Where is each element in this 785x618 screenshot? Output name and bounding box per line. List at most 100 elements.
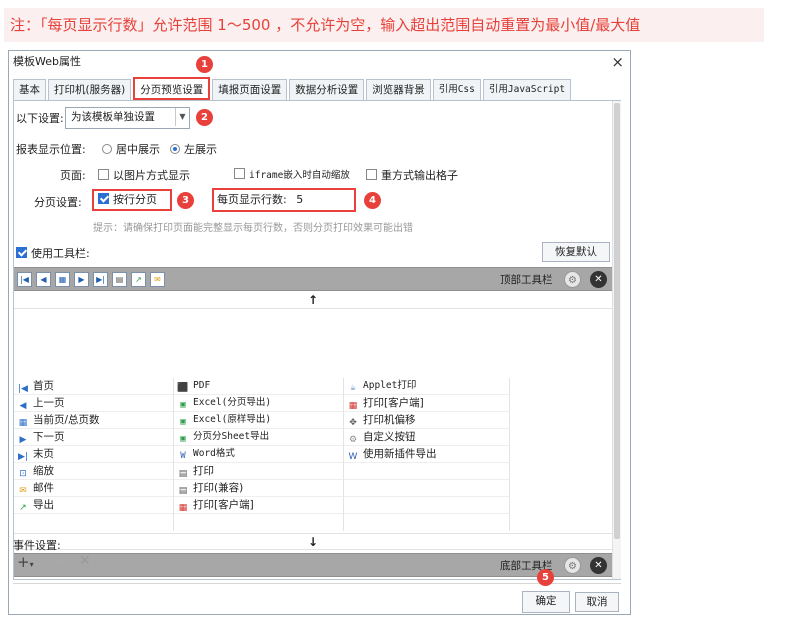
- next-page-icon: ▶: [19, 435, 27, 445]
- close-icon[interactable]: ✕: [590, 271, 607, 288]
- tab-printer-server[interactable]: 打印机(服务器): [48, 79, 132, 100]
- cancel-button[interactable]: 取消: [575, 592, 619, 612]
- checkbox-icon: [366, 169, 377, 180]
- export-icon: ↗: [19, 503, 27, 513]
- tab-browser-background[interactable]: 浏览器背景: [366, 79, 431, 100]
- tab-paging-preview[interactable]: 分页预览设置: [133, 77, 211, 100]
- sheet-export-icon: ▣: [180, 434, 186, 444]
- edit-icon[interactable]: ✎: [53, 554, 64, 569]
- iframe-scale-checkbox[interactable]: iframe嵌入时自动缩放: [234, 167, 350, 181]
- first-page-icon[interactable]: |◀: [17, 272, 32, 287]
- divider: [13, 583, 621, 584]
- list-item[interactable]: ▦ 当前页/总页数: [14, 412, 173, 429]
- paging-preview-panel: 以下设置: 为该模板单独设置 ▼ 2 报表显示位置: 居中展示 左展示 页面: …: [13, 100, 621, 580]
- tab-strip: 基本 打印机(服务器) 分页预览设置 填报页面设置 数据分析设置 浏览器背景 引…: [13, 77, 573, 100]
- tab-basic[interactable]: 基本: [13, 79, 46, 100]
- list-item[interactable]: ✥ 打印机偏移: [344, 412, 509, 429]
- items-column-2: ⬛ PDF ▣ Excel(分页导出) ▣ Excel(原样导出) ▣ 分页分Sheet…: [174, 378, 344, 531]
- export-icon[interactable]: ↗: [131, 272, 146, 287]
- email-icon[interactable]: ✉: [150, 272, 165, 287]
- list-item[interactable]: ▣ Excel(原样导出): [174, 412, 343, 429]
- excel-icon: ▣: [180, 400, 186, 410]
- reexport-label: 重方式输出格子: [381, 169, 458, 182]
- badge-4: 4: [364, 192, 381, 209]
- badge-3: 3: [177, 192, 194, 209]
- display-position-label: 报表显示位置:: [16, 143, 86, 156]
- next-page-icon[interactable]: ▶: [74, 272, 89, 287]
- top-toolbar: |◀ ◀ ▦ ▶ ▶| ▤ ↗ ✉ 顶部工具栏 ⚙ ✕: [14, 267, 612, 291]
- center-radio-label: 居中展示: [116, 143, 160, 156]
- use-toolbar-label: 使用工具栏:: [31, 247, 90, 260]
- list-item[interactable]: ▤ 打印(兼容): [174, 480, 343, 497]
- reexport-checkbox[interactable]: 重方式输出格子: [366, 167, 458, 183]
- badge-5: 5: [537, 569, 554, 586]
- range-note: 注：「每页显示行数」允许范围 1～500 ，不允许为空，输入超出范围自动重置为最…: [4, 8, 764, 42]
- list-item[interactable]: ☕ Applet打印: [344, 378, 509, 395]
- gear-icon: ⚙: [348, 435, 358, 445]
- list-item[interactable]: ▦ 打印[客户端]: [344, 395, 509, 412]
- list-item[interactable]: W Word格式: [174, 446, 343, 463]
- center-radio[interactable]: 居中展示: [102, 141, 160, 157]
- list-item[interactable]: |◀ 首页: [14, 378, 173, 395]
- list-item[interactable]: ⊡ 缩放: [14, 463, 173, 480]
- move-up-arrow[interactable]: ↑: [14, 292, 612, 309]
- close-icon[interactable]: ×: [611, 51, 624, 73]
- list-item[interactable]: ▦ 打印[客户端]: [174, 497, 343, 514]
- paging-hint: 提示：请确保打印页面能完整显示每页行数，否则分页打印效果可能出错: [93, 223, 413, 234]
- list-item[interactable]: ↗ 导出: [14, 497, 173, 514]
- scope-select[interactable]: 为该模板单独设置 ▼: [65, 107, 190, 129]
- tab-data-analysis[interactable]: 数据分析设置: [289, 79, 365, 100]
- last-page-icon[interactable]: ▶|: [93, 272, 108, 287]
- move-down-arrow[interactable]: ↓: [14, 533, 612, 550]
- list-item[interactable]: ▣ 分页分Sheet导出: [174, 429, 343, 446]
- list-item[interactable]: ◀ 上一页: [14, 395, 173, 412]
- rows-per-page-input[interactable]: 5: [296, 190, 344, 210]
- page-count-icon[interactable]: ▦: [55, 272, 70, 287]
- tab-fill-page[interactable]: 填报页面设置: [212, 79, 288, 100]
- list-item[interactable]: ✉ 邮件: [14, 480, 173, 497]
- list-item[interactable]: ▶| 末页: [14, 446, 173, 463]
- add-event-icon[interactable]: +▾: [17, 553, 34, 571]
- list-item: [344, 497, 509, 514]
- client-print-icon: ▦: [348, 401, 358, 411]
- panel-scrollbar[interactable]: [612, 101, 621, 579]
- tab-css[interactable]: 引用Css: [432, 79, 481, 100]
- print-icon: ▤: [178, 486, 188, 496]
- delete-icon[interactable]: ✕: [79, 553, 91, 569]
- close-icon[interactable]: ✕: [590, 557, 607, 574]
- use-toolbar-checkbox[interactable]: 使用工具栏:: [16, 245, 90, 261]
- list-item[interactable]: ▤ 打印: [174, 463, 343, 480]
- print-icon[interactable]: ▤: [112, 272, 127, 287]
- prev-page-icon: ◀: [19, 401, 27, 411]
- scope-select-value: 为该模板单独设置: [71, 111, 155, 123]
- by-row-checkbox[interactable]: 按行分页: [92, 189, 172, 211]
- template-web-properties-dialog: 模板Web属性 × 基本 打印机(服务器) 分页预览设置 填报页面设置 数据分析…: [8, 50, 631, 615]
- list-item[interactable]: ▶ 下一页: [14, 429, 173, 446]
- event-settings-label: 事件设置:: [13, 539, 61, 552]
- list-item[interactable]: ⚙ 自定义按钮: [344, 429, 509, 446]
- first-page-icon: |◀: [18, 384, 28, 394]
- tab-javascript[interactable]: 引用JavaScript: [482, 79, 572, 100]
- restore-default-button[interactable]: 恢复默认: [542, 242, 610, 262]
- excel-icon: ▣: [180, 417, 186, 427]
- dialog-titlebar: 模板Web属性 ×: [9, 51, 630, 73]
- list-item[interactable]: ▣ Excel(分页导出): [174, 395, 343, 412]
- zoom-icon: ⊡: [19, 469, 27, 479]
- prev-page-icon[interactable]: ◀: [36, 272, 51, 287]
- list-item[interactable]: ⬛ PDF: [174, 378, 343, 395]
- items-column-1: |◀ 首页 ◀ 上一页 ▦ 当前页/总页数 ▶ 下一页 ▶| 末页 ⊡ 缩放 ✉ 邮件 ↗ 导出: [14, 378, 174, 531]
- left-radio[interactable]: 左展示: [170, 141, 217, 157]
- word-icon: W: [348, 452, 358, 462]
- list-item: [344, 463, 509, 480]
- word-icon: W: [180, 451, 186, 461]
- scrollbar-thumb[interactable]: [614, 103, 620, 539]
- pdf-icon: ⬛: [177, 383, 189, 393]
- image-mode-checkbox[interactable]: 以图片方式显示: [98, 167, 190, 183]
- image-mode-label: 以图片方式显示: [113, 169, 190, 182]
- checkbox-icon: [234, 168, 245, 179]
- gear-icon[interactable]: ⚙: [564, 271, 581, 288]
- ok-button[interactable]: 确定: [522, 591, 570, 613]
- list-item[interactable]: W 使用新插件导出: [344, 446, 509, 463]
- gear-icon[interactable]: ⚙: [564, 557, 581, 574]
- page-label: 页面:: [60, 169, 86, 182]
